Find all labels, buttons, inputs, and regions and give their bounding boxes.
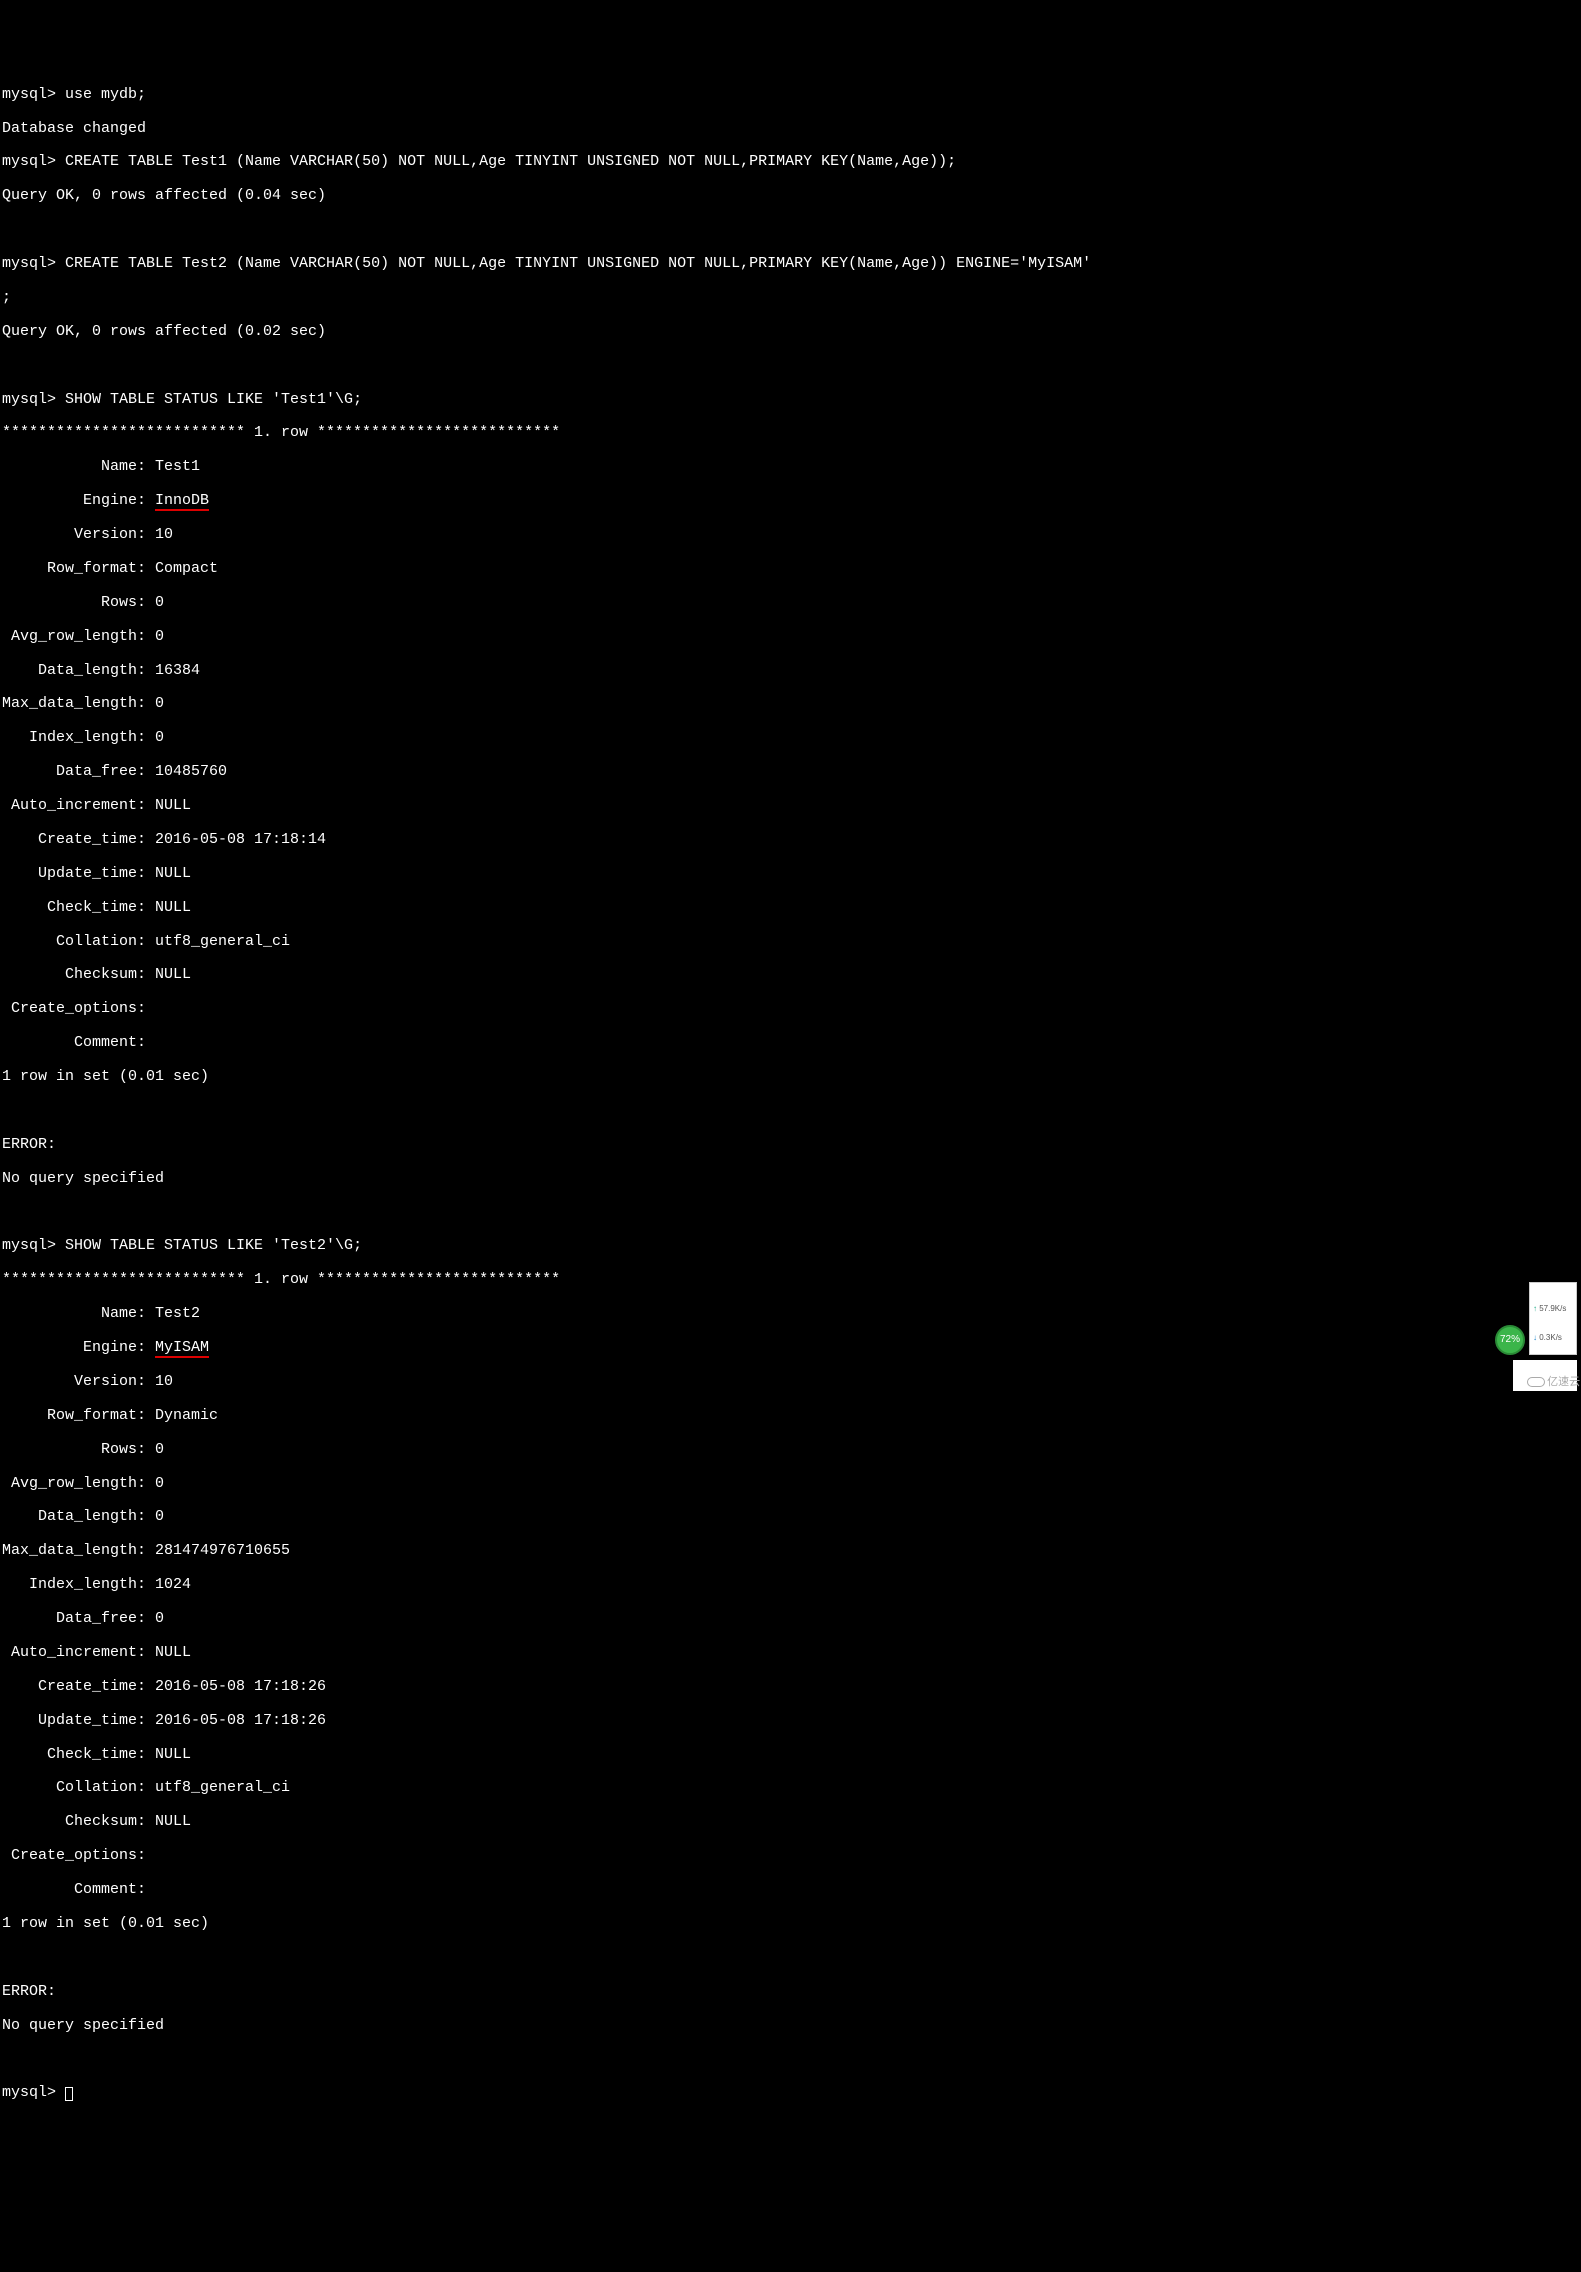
field-row: Comment: — [2, 1035, 1579, 1052]
cloud-icon — [1527, 1377, 1545, 1387]
field-row: Check_time: NULL — [2, 1747, 1579, 1764]
field-row: Engine: InnoDB — [2, 493, 1579, 510]
output-line: Query OK, 0 rows affected (0.02 sec) — [2, 324, 1579, 341]
field-row: Avg_row_length: 0 — [2, 1476, 1579, 1493]
field-row: Engine: MyISAM — [2, 1340, 1579, 1357]
blank-line — [2, 358, 1579, 375]
blank-line — [2, 2051, 1579, 2068]
field-row: Create_time: 2016-05-08 17:18:26 — [2, 1679, 1579, 1696]
prompt-line[interactable]: mysql> — [2, 2085, 1579, 2102]
output-line: 1 row in set (0.01 sec) — [2, 1916, 1579, 1933]
cmd-line: mysql> CREATE TABLE Test1 (Name VARCHAR(… — [2, 154, 1579, 171]
field-row: Version: 10 — [2, 1374, 1579, 1391]
field-row: Rows: 0 — [2, 595, 1579, 612]
watermark: 亿速云 — [1513, 1360, 1577, 1391]
field-row: Rows: 0 — [2, 1442, 1579, 1459]
field-row: Index_length: 0 — [2, 730, 1579, 747]
field-row: Name: Test1 — [2, 459, 1579, 476]
cmd-line: mysql> CREATE TABLE Test2 (Name VARCHAR(… — [2, 256, 1579, 273]
output-line: Query OK, 0 rows affected (0.04 sec) — [2, 188, 1579, 205]
field-row: Check_time: NULL — [2, 900, 1579, 917]
network-stats: 57.9K/s 0.3K/s — [1529, 1282, 1577, 1355]
blank-line — [2, 1950, 1579, 1967]
percent-badge: 72% — [1495, 1325, 1525, 1355]
field-row: Avg_row_length: 0 — [2, 629, 1579, 646]
blank-line — [2, 222, 1579, 239]
field-row: Max_data_length: 281474976710655 — [2, 1543, 1579, 1560]
field-row: Index_length: 1024 — [2, 1577, 1579, 1594]
field-row: Data_free: 10485760 — [2, 764, 1579, 781]
field-row: Row_format: Compact — [2, 561, 1579, 578]
output-line: No query specified — [2, 2018, 1579, 2035]
download-speed: 0.3K/s — [1533, 1333, 1573, 1343]
cmd-line: mysql> SHOW TABLE STATUS LIKE 'Test1'\G; — [2, 392, 1579, 409]
field-row: Checksum: NULL — [2, 1814, 1579, 1831]
field-row: Version: 10 — [2, 527, 1579, 544]
output-line: ; — [2, 290, 1579, 307]
field-row: Max_data_length: 0 — [2, 696, 1579, 713]
field-row: Comment: — [2, 1882, 1579, 1899]
error-line: ERROR: — [2, 1137, 1579, 1154]
field-row: Name: Test2 — [2, 1306, 1579, 1323]
field-row: Data_free: 0 — [2, 1611, 1579, 1628]
field-row: Data_length: 0 — [2, 1509, 1579, 1526]
field-row: Collation: utf8_general_ci — [2, 1780, 1579, 1797]
error-line: ERROR: — [2, 1984, 1579, 2001]
field-row: Checksum: NULL — [2, 967, 1579, 984]
field-row: Create_options: — [2, 1848, 1579, 1865]
output-line: 1 row in set (0.01 sec) — [2, 1069, 1579, 1086]
engine-highlight: InnoDB — [155, 492, 209, 511]
field-row: Update_time: NULL — [2, 866, 1579, 883]
engine-highlight: MyISAM — [155, 1339, 209, 1358]
field-row: Create_options: — [2, 1001, 1579, 1018]
field-row: Auto_increment: NULL — [2, 798, 1579, 815]
cmd-line: mysql> SHOW TABLE STATUS LIKE 'Test2'\G; — [2, 1238, 1579, 1255]
field-row: Collation: utf8_general_ci — [2, 934, 1579, 951]
row-header: *************************** 1. row *****… — [2, 1272, 1579, 1289]
cmd-line: mysql> use mydb; — [2, 87, 1579, 104]
output-line: No query specified — [2, 1171, 1579, 1188]
field-row: Data_length: 16384 — [2, 663, 1579, 680]
output-line: Database changed — [2, 121, 1579, 138]
cursor-icon — [65, 2087, 73, 2101]
field-row: Update_time: 2016-05-08 17:18:26 — [2, 1713, 1579, 1730]
upload-speed: 57.9K/s — [1533, 1304, 1573, 1314]
blank-line — [2, 1103, 1579, 1120]
field-row: Create_time: 2016-05-08 17:18:14 — [2, 832, 1579, 849]
field-row: Row_format: Dynamic — [2, 1408, 1579, 1425]
field-row: Auto_increment: NULL — [2, 1645, 1579, 1662]
terminal[interactable]: mysql> use mydb; Database changed mysql>… — [2, 70, 1579, 2119]
row-header: *************************** 1. row *****… — [2, 425, 1579, 442]
blank-line — [2, 1205, 1579, 1222]
